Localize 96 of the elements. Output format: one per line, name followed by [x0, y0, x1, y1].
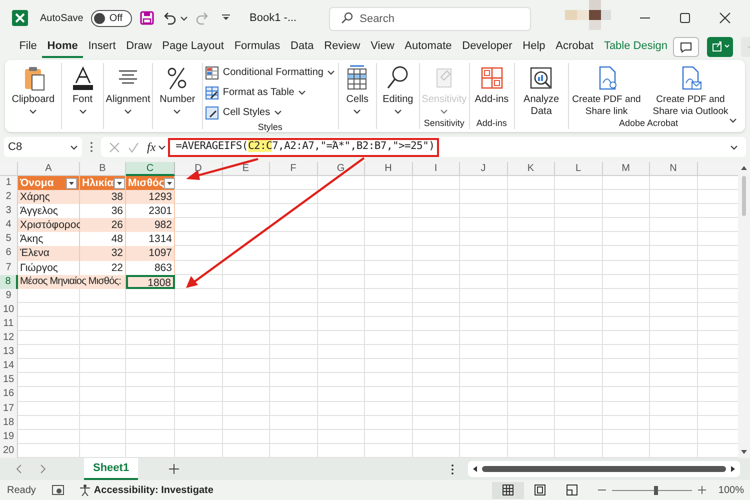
row-header[interactable]: 9 — [0, 288, 18, 303]
menu-tab[interactable]: File — [14, 36, 42, 58]
ribbon-button[interactable]: Clipboard — [10, 63, 57, 115]
row-header[interactable]: 18 — [0, 416, 18, 430]
row-header[interactable]: 12 — [0, 331, 18, 346]
sheet-tab[interactable]: Sheet1 — [84, 458, 138, 480]
row-header[interactable]: 20 — [0, 444, 18, 458]
menu-tab[interactable]: Table Design — [598, 36, 673, 58]
column-header[interactable]: A — [18, 162, 80, 176]
menu-tab[interactable]: Page Layout — [156, 36, 230, 58]
column-heading: Μισθός — [128, 176, 164, 190]
column-header[interactable]: G — [318, 162, 365, 176]
table-cell: 26 — [111, 219, 123, 232]
column-heading: Ηλικία — [82, 176, 114, 190]
menu-tab[interactable]: Developer — [456, 36, 518, 58]
row-header[interactable]: 7 — [0, 260, 18, 275]
column-header[interactable]: M — [602, 162, 650, 176]
column-header[interactable]: L — [555, 162, 602, 176]
column-header[interactable]: N — [650, 162, 698, 176]
column-header[interactable]: C — [126, 162, 175, 176]
formula-text[interactable]: =AVERAGEIFS(C2:C7,A2:A7,"=Ά*",B2:B7,">=25") — [176, 139, 435, 155]
table-cell: 48 — [111, 233, 123, 246]
ribbon-button[interactable]: Create PDF and Share via Outlook — [650, 63, 730, 118]
ribbon-button[interactable]: Format as Table — [200, 83, 310, 102]
table-cell: Χριστόφορος — [20, 219, 82, 232]
row-header[interactable]: 11 — [0, 316, 18, 332]
column-header[interactable]: F — [270, 162, 318, 176]
name-box[interactable]: C8 — [4, 137, 82, 157]
row-header[interactable]: 3 — [0, 204, 18, 218]
column-header[interactable]: B — [80, 162, 126, 176]
table-cell: 32 — [111, 247, 123, 260]
table-cell: 2301 — [148, 205, 172, 218]
table-cell: 1097 — [148, 247, 172, 260]
table-cell: 36 — [111, 205, 123, 218]
ribbon-button[interactable]: Number — [158, 63, 198, 115]
search-field[interactable]: Search — [328, 7, 531, 31]
row-header[interactable]: 13 — [0, 345, 18, 360]
menu-tab[interactable]: Acrobat — [550, 36, 599, 58]
ribbon-button[interactable]: Editing — [380, 63, 416, 115]
table-cell: 863 — [154, 262, 172, 274]
group-label: Styles — [258, 122, 282, 133]
table-cell: Χάρης — [20, 191, 50, 204]
menu-tab[interactable]: View — [365, 36, 400, 58]
menu-tab[interactable]: Draw — [120, 36, 157, 58]
menu-tab[interactable]: Help — [517, 36, 550, 58]
row-header[interactable]: 19 — [0, 430, 18, 444]
group-label: Add-ins — [476, 118, 507, 129]
row-header[interactable]: 10 — [0, 302, 18, 317]
row-header[interactable]: 8 — [0, 274, 18, 289]
row-header[interactable]: 14 — [0, 359, 18, 374]
ribbon-button[interactable]: Create PDF and Share link — [566, 63, 646, 118]
column-header[interactable]: J — [460, 162, 508, 176]
ribbon-button[interactable]: Alignment — [104, 63, 152, 115]
autosave-label: AutoSave — [40, 12, 84, 26]
status-text: Ready — [7, 484, 36, 498]
menu-tab[interactable]: Review — [318, 36, 366, 58]
table-cell: 1293 — [148, 191, 172, 204]
accessibility-button[interactable]: Accessibility: Investigate — [94, 482, 214, 498]
ribbon-button[interactable]: Cell Styles — [200, 103, 286, 122]
table-cell: Μέσος Μηνιαίος Μισθός: — [20, 276, 122, 287]
ribbon-button[interactable]: Cells — [342, 63, 372, 115]
row-header[interactable]: 2 — [0, 190, 18, 204]
row-header[interactable]: 4 — [0, 218, 18, 232]
row-header[interactable]: 17 — [0, 402, 18, 416]
menu-tab[interactable]: Automate — [399, 36, 457, 58]
column-header[interactable]: K — [508, 162, 555, 176]
row-header[interactable]: 16 — [0, 387, 18, 402]
row-header[interactable]: 6 — [0, 246, 18, 261]
group-label: Adobe Acrobat — [618, 118, 678, 129]
menu-tab[interactable]: Insert — [83, 36, 121, 58]
ribbon-button[interactable]: Font — [68, 63, 98, 115]
insert-function-button[interactable]: fx — [147, 141, 156, 153]
autosave-toggle[interactable]: Off — [91, 10, 132, 26]
table-cell: Γιώργος — [20, 262, 58, 274]
column-header[interactable]: I — [412, 162, 460, 176]
zoom-level[interactable]: 100% — [718, 482, 744, 498]
row-header[interactable]: 15 — [0, 373, 18, 388]
row-header[interactable]: 5 — [0, 232, 18, 246]
menu-tab[interactable]: Data — [285, 36, 319, 58]
ribbon-button[interactable]: Analyze Data — [515, 63, 568, 118]
selected-cell[interactable]: 1808 — [126, 274, 175, 289]
column-heading: Όνομα — [20, 176, 54, 190]
menu-tab[interactable]: Formulas — [229, 36, 286, 58]
table-cell: 982 — [154, 219, 172, 232]
row-header[interactable]: 1 — [0, 176, 18, 190]
table-cell: Άγγελος — [20, 205, 58, 218]
ribbon-button[interactable]: Conditional Formatting — [200, 63, 340, 82]
table-cell: 22 — [111, 262, 123, 274]
menu-tab[interactable]: Home — [42, 36, 84, 58]
document-title: Book1 -... — [250, 10, 297, 26]
table-cell: Άκης — [20, 233, 44, 246]
column-header[interactable]: H — [365, 162, 412, 176]
table-cell: Έλενα — [20, 247, 50, 260]
group-label: Sensitivity — [424, 118, 464, 129]
table-cell: 38 — [111, 191, 123, 204]
table-cell: 1314 — [148, 233, 172, 246]
